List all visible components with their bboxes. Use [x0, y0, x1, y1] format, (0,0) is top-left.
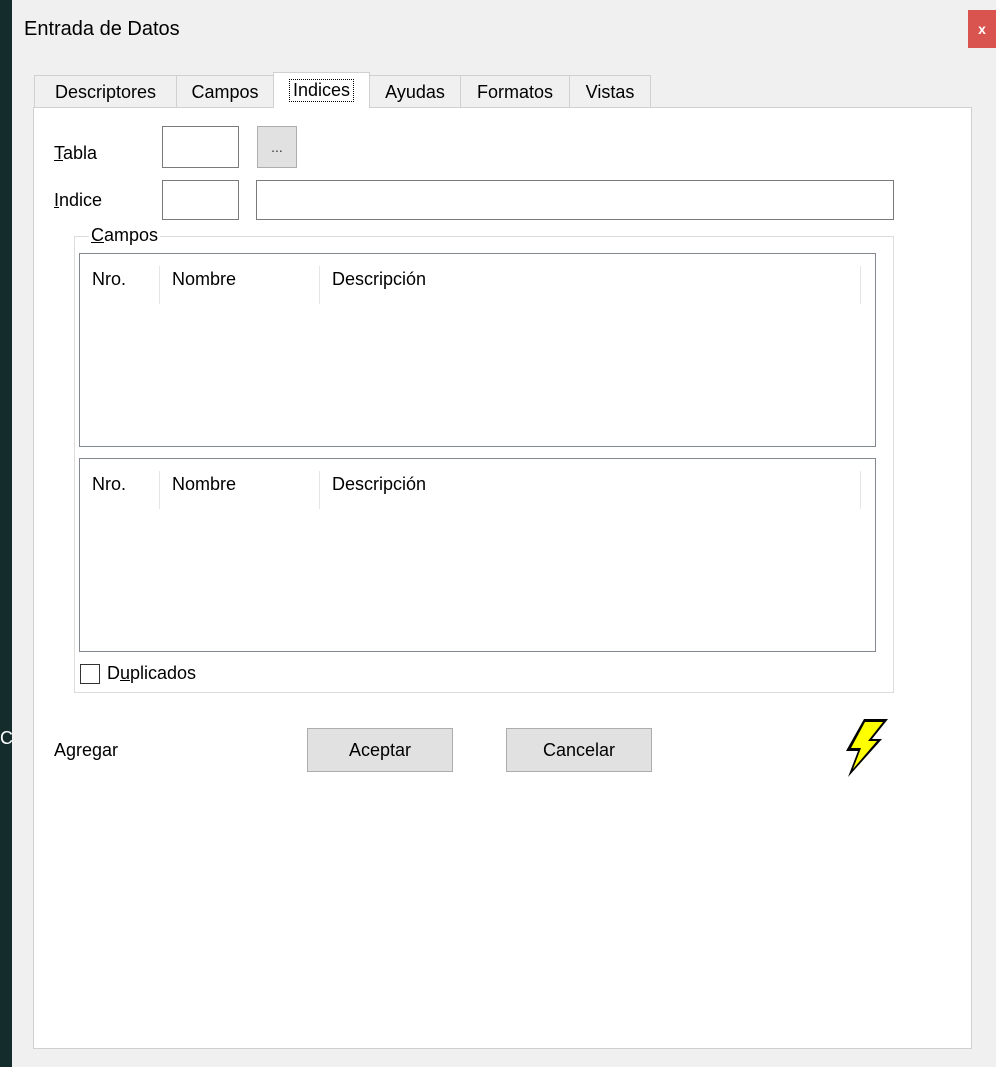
- column-divider[interactable]: [860, 471, 861, 509]
- column-label: Nombre: [172, 473, 237, 494]
- browse-button[interactable]: ...: [257, 126, 297, 168]
- duplicados-label[interactable]: Duplicados: [107, 663, 196, 684]
- column-header-descripcion[interactable]: Descripción: [320, 254, 860, 304]
- column-label: Nro.: [92, 473, 127, 494]
- indice-code-input[interactable]: [162, 180, 239, 220]
- list-header: Nro. Nombre Descripción: [80, 254, 875, 304]
- column-label: Nro.: [92, 268, 127, 289]
- lightning-bolt-icon: [832, 715, 892, 779]
- window-title: Entrada de Datos: [24, 18, 180, 40]
- label-text: plicados: [130, 663, 197, 683]
- title-bar[interactable]: Entrada de Datos x: [12, 0, 996, 60]
- campos-groupbox: Campos Nro. Nombre Descripción Nro. Nomb…: [74, 225, 894, 693]
- tabla-input[interactable]: [162, 126, 239, 168]
- tab-label: Descriptores: [54, 81, 157, 102]
- indice-label: Indice: [54, 190, 102, 211]
- tab-label: Vistas: [585, 81, 635, 102]
- column-header-nro[interactable]: Nro.: [80, 254, 160, 304]
- tab-campos[interactable]: Campos: [176, 75, 274, 108]
- label-text: abla: [63, 143, 98, 163]
- campos-legend: Campos: [89, 225, 161, 246]
- entrada-de-datos-window: Entrada de Datos x Descriptores Campos I…: [12, 0, 996, 1067]
- column-header-nombre[interactable]: Nombre: [160, 254, 306, 304]
- indices-tab-panel: Tabla ... Indice Campos Nro. Nombre Desc…: [33, 107, 972, 1049]
- column-divider[interactable]: [860, 266, 861, 304]
- column-label: Descripción: [332, 473, 427, 494]
- label-text: ndice: [59, 190, 103, 210]
- tab-ayudas[interactable]: Ayudas: [369, 75, 461, 108]
- label-text: D: [107, 663, 120, 683]
- column-label: Nombre: [172, 268, 237, 289]
- campos-list-top[interactable]: Nro. Nombre Descripción: [79, 253, 876, 447]
- ellipsis-icon: ...: [271, 139, 283, 155]
- close-button[interactable]: x: [968, 10, 996, 48]
- list-header: Nro. Nombre Descripción: [80, 459, 875, 509]
- mnemonic: C: [91, 225, 104, 245]
- cancel-button[interactable]: Cancelar: [506, 728, 652, 772]
- mnemonic: u: [120, 663, 131, 683]
- tab-label: Ayudas: [385, 81, 445, 102]
- tab-descriptores[interactable]: Descriptores: [34, 75, 177, 108]
- tab-label: Campos: [191, 81, 259, 102]
- indice-description-input[interactable]: [256, 180, 894, 220]
- legend-text: ampos: [104, 225, 159, 245]
- tab-formatos[interactable]: Formatos: [460, 75, 570, 108]
- column-header-nro[interactable]: Nro.: [80, 459, 160, 509]
- mode-label: Agregar: [54, 740, 119, 760]
- accept-button[interactable]: Aceptar: [307, 728, 453, 772]
- column-header-nombre[interactable]: Nombre: [160, 459, 306, 509]
- column-label: Descripción: [332, 268, 427, 289]
- tab-label: Formatos: [476, 81, 554, 102]
- campos-list-bottom[interactable]: Nro. Nombre Descripción: [79, 458, 876, 652]
- mnemonic: T: [54, 143, 63, 163]
- column-header-descripcion[interactable]: Descripción: [320, 459, 860, 509]
- tab-indices[interactable]: Indices: [273, 72, 370, 108]
- button-label: Cancelar: [542, 739, 616, 760]
- duplicados-checkbox[interactable]: [80, 664, 100, 684]
- background-glyph: C: [0, 728, 13, 748]
- button-label: Aceptar: [348, 739, 412, 760]
- close-icon: x: [978, 21, 986, 37]
- tab-vistas[interactable]: Vistas: [569, 75, 651, 108]
- tabla-label: Tabla: [54, 143, 97, 164]
- tab-label: Indices: [288, 79, 355, 102]
